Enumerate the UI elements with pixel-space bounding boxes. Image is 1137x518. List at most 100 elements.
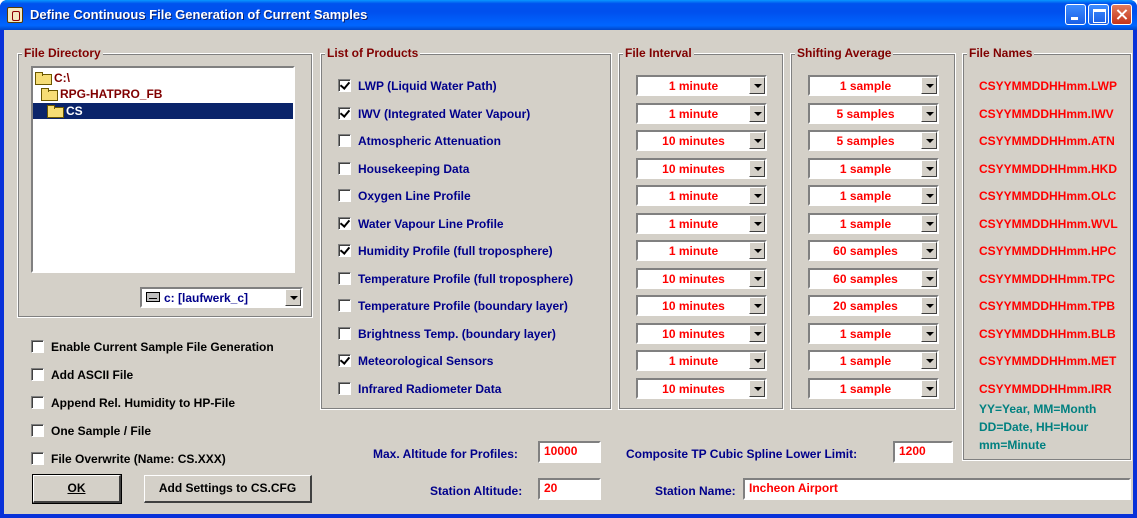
average-select[interactable]: 1 sample [808, 75, 939, 96]
product-checkbox[interactable] [338, 162, 351, 175]
chevron-down-icon[interactable] [921, 160, 937, 177]
products-label: List of Products [325, 46, 421, 60]
directory-tree[interactable]: C:\ RPG-HATPRO_FB CS [31, 66, 295, 273]
close-button[interactable] [1111, 4, 1132, 25]
product-checkbox[interactable] [338, 107, 351, 120]
interval-select[interactable]: 10 minutes [636, 130, 767, 151]
chevron-down-icon[interactable] [749, 215, 765, 232]
drive-select[interactable]: c: [laufwerk_c] [140, 287, 303, 308]
enable-generation-checkbox[interactable] [31, 340, 44, 353]
average-select[interactable]: 1 sample [808, 323, 939, 344]
chevron-down-icon[interactable] [921, 380, 937, 397]
average-select[interactable]: 1 sample [808, 350, 939, 371]
chevron-down-icon[interactable] [749, 270, 765, 287]
chevron-down-icon[interactable] [749, 242, 765, 259]
chevron-down-icon[interactable] [749, 352, 765, 369]
add-ascii-checkbox[interactable] [31, 368, 44, 381]
product-checkbox[interactable] [338, 354, 351, 367]
append-humidity-checkbox[interactable] [31, 396, 44, 409]
chevron-down-icon[interactable] [749, 325, 765, 342]
product-checkbox[interactable] [338, 79, 351, 92]
interval-select[interactable]: 10 minutes [636, 158, 767, 179]
average-select[interactable]: 1 sample [808, 378, 939, 399]
interval-select[interactable]: 10 minutes [636, 295, 767, 316]
product-label: Temperature Profile (boundary layer) [358, 299, 568, 313]
chevron-down-icon[interactable] [921, 77, 937, 94]
average-select[interactable]: 20 samples [808, 295, 939, 316]
ok-button[interactable]: OK [32, 474, 122, 504]
file-name: CSYYMMDDHHmm.IRR [979, 382, 1112, 396]
product-checkbox[interactable] [338, 272, 351, 285]
chevron-down-icon[interactable] [749, 132, 765, 149]
average-select[interactable]: 1 sample [808, 213, 939, 234]
chevron-down-icon[interactable] [921, 187, 937, 204]
interval-value: 10 minutes [662, 162, 725, 176]
station-altitude-input[interactable]: 20 [538, 478, 601, 500]
product-checkbox[interactable] [338, 189, 351, 202]
chevron-down-icon[interactable] [921, 105, 937, 122]
composite-limit-input[interactable]: 1200 [893, 441, 953, 463]
average-select[interactable]: 5 samples [808, 103, 939, 124]
chevron-down-icon[interactable] [921, 242, 937, 259]
file-name: CSYYMMDDHHmm.IWV [979, 107, 1114, 121]
open-folder-icon [35, 72, 52, 85]
average-select[interactable]: 5 samples [808, 130, 939, 151]
max-altitude-input[interactable]: 10000 [538, 441, 601, 463]
interval-select[interactable]: 10 minutes [636, 268, 767, 289]
average-select[interactable]: 60 samples [808, 240, 939, 261]
average-select[interactable]: 60 samples [808, 268, 939, 289]
interval-select[interactable]: 10 minutes [636, 378, 767, 399]
product-checkbox[interactable] [338, 134, 351, 147]
product-label: Housekeeping Data [358, 162, 470, 176]
add-settings-button[interactable]: Add Settings to CS.CFG [144, 475, 312, 503]
maximize-button[interactable] [1088, 4, 1109, 25]
minimize-button[interactable] [1065, 4, 1086, 25]
interval-select[interactable]: 1 minute [636, 350, 767, 371]
chevron-down-icon[interactable] [285, 289, 301, 306]
tree-item-rpg-hatpro[interactable]: RPG-HATPRO_FB [41, 86, 162, 102]
chevron-down-icon[interactable] [921, 270, 937, 287]
title-bar[interactable]: Define Continuous File Generation of Cur… [0, 0, 1137, 30]
average-label: Shifting Average [795, 46, 894, 60]
chevron-down-icon[interactable] [921, 215, 937, 232]
interval-select[interactable]: 1 minute [636, 240, 767, 261]
file-overwrite-checkbox[interactable] [31, 452, 44, 465]
product-label: Temperature Profile (full troposphere) [358, 272, 574, 286]
station-name-input[interactable]: Incheon Airport [743, 478, 1131, 500]
product-label: Humidity Profile (full troposphere) [358, 244, 553, 258]
product-checkbox[interactable] [338, 244, 351, 257]
product-checkbox[interactable] [338, 299, 351, 312]
open-folder-icon [47, 105, 64, 118]
chevron-down-icon[interactable] [749, 380, 765, 397]
chevron-down-icon[interactable] [921, 352, 937, 369]
interval-select[interactable]: 1 minute [636, 75, 767, 96]
product-checkbox[interactable] [338, 327, 351, 340]
tree-item-cs[interactable]: CS [33, 103, 293, 119]
average-value: 60 samples [833, 244, 898, 258]
chevron-down-icon[interactable] [749, 297, 765, 314]
interval-select[interactable]: 1 minute [636, 103, 767, 124]
app-icon[interactable] [7, 7, 23, 23]
product-checkbox[interactable] [338, 382, 351, 395]
interval-value: 1 minute [668, 217, 719, 231]
product-label: Oxygen Line Profile [358, 189, 471, 203]
average-select[interactable]: 1 sample [808, 158, 939, 179]
interval-select[interactable]: 1 minute [636, 213, 767, 234]
file-name: CSYYMMDDHHmm.ATN [979, 134, 1115, 148]
interval-select[interactable]: 10 minutes [636, 323, 767, 344]
interval-value: 1 minute [668, 244, 719, 258]
one-sample-checkbox[interactable] [31, 424, 44, 437]
chevron-down-icon[interactable] [921, 297, 937, 314]
product-checkbox[interactable] [338, 217, 351, 230]
file-name: CSYYMMDDHHmm.WVL [979, 217, 1118, 231]
chevron-down-icon[interactable] [921, 132, 937, 149]
tree-item-root[interactable]: C:\ [35, 70, 70, 86]
interval-select[interactable]: 1 minute [636, 185, 767, 206]
legend-line: mm=Minute [979, 438, 1047, 452]
chevron-down-icon[interactable] [749, 77, 765, 94]
chevron-down-icon[interactable] [749, 187, 765, 204]
chevron-down-icon[interactable] [749, 160, 765, 177]
chevron-down-icon[interactable] [921, 325, 937, 342]
chevron-down-icon[interactable] [749, 105, 765, 122]
average-select[interactable]: 1 sample [808, 185, 939, 206]
